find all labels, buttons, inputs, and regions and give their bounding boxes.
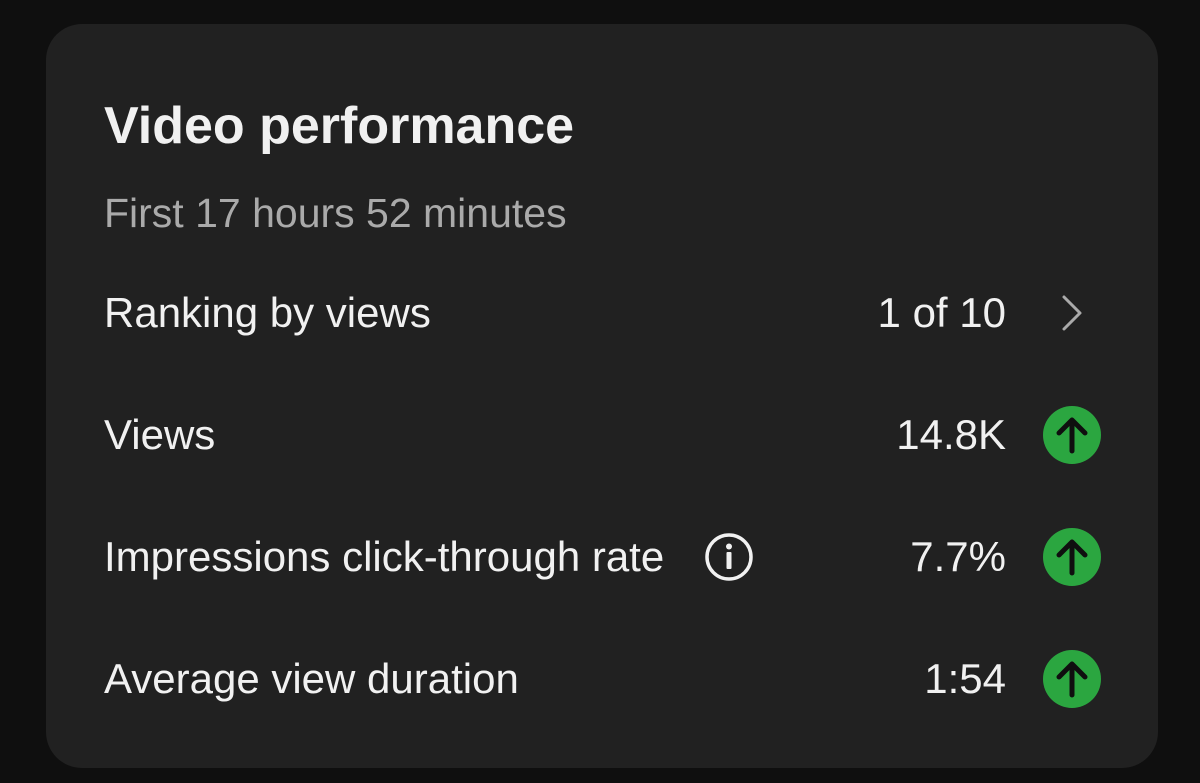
metric-label: Average view duration xyxy=(104,655,519,702)
arrow-up-circle-icon xyxy=(1042,405,1102,465)
info-icon[interactable] xyxy=(704,532,754,582)
metric-label: Views xyxy=(104,411,216,458)
ranking-row[interactable]: Ranking by views 1 of 10 xyxy=(104,282,1102,344)
ranking-label: Ranking by views xyxy=(104,289,431,336)
metric-value: 7.7% xyxy=(910,533,1006,580)
ranking-value: 1 of 10 xyxy=(877,289,1006,336)
metric-row-ctr: Impressions click-through rate 7.7% xyxy=(104,526,1102,588)
metric-label: Impressions click-through rate xyxy=(104,533,665,580)
metric-value: 1:54 xyxy=(924,655,1006,702)
metric-row-views: Views 14.8K xyxy=(104,404,1102,466)
video-performance-card: Video performance First 17 hours 52 minu… xyxy=(46,24,1158,768)
arrow-up-circle-icon xyxy=(1042,527,1102,587)
card-title: Video performance xyxy=(104,97,575,155)
chevron-right-icon xyxy=(1042,283,1102,343)
arrow-up-circle-icon xyxy=(1042,649,1102,709)
metric-value: 14.8K xyxy=(896,411,1006,458)
card-subtitle: First 17 hours 52 minutes xyxy=(104,190,567,236)
metric-row-avg-view-duration: Average view duration 1:54 xyxy=(104,648,1102,710)
